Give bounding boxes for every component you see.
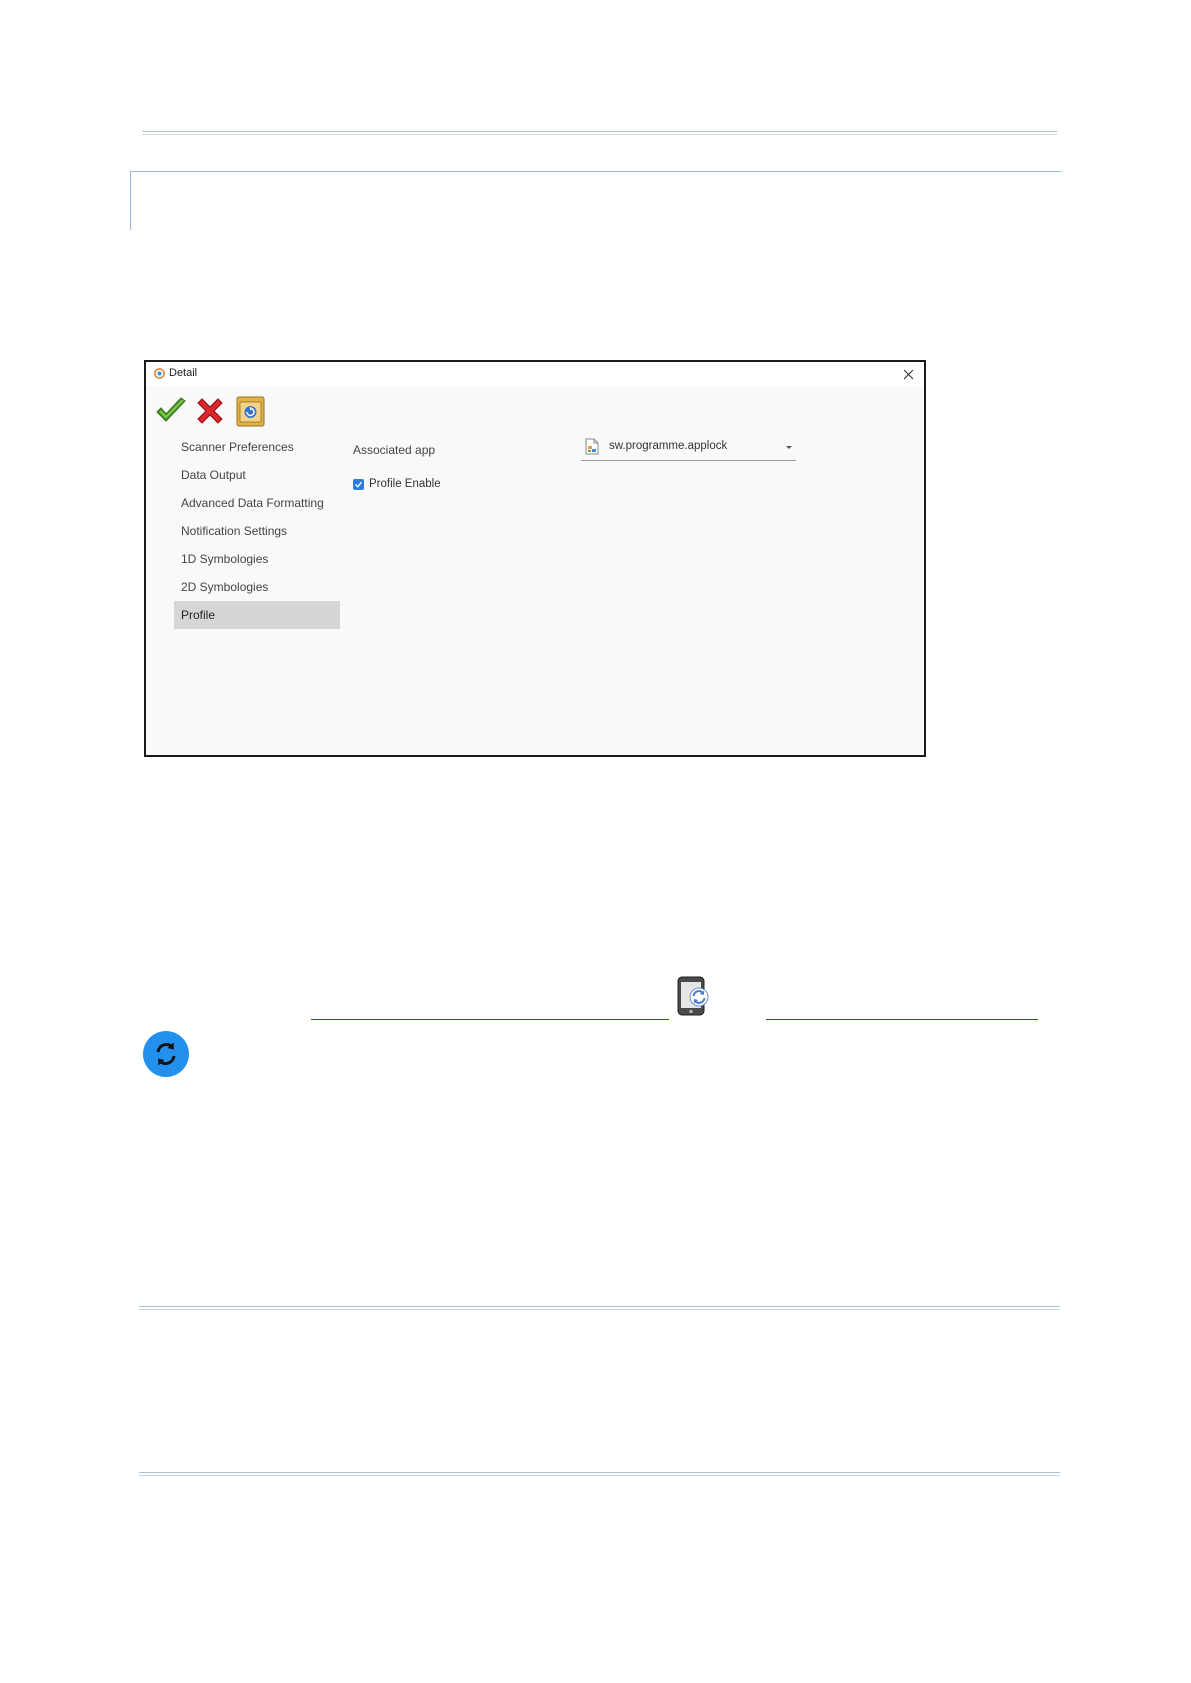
section-heading-frame bbox=[130, 171, 1061, 230]
detail-dialog: Detail Scanner Preferences Data Output A… bbox=[144, 360, 926, 757]
confirm-button[interactable] bbox=[154, 394, 188, 428]
chevron-down-icon bbox=[786, 446, 792, 449]
nav-item-notification-settings[interactable]: Notification Settings bbox=[174, 517, 340, 545]
device-sync-icon bbox=[677, 976, 709, 1016]
app-logo-icon bbox=[154, 368, 165, 379]
dialog-titlebar: Detail bbox=[146, 362, 924, 386]
associated-app-value: sw.programme.applock bbox=[609, 440, 728, 452]
link-underline-right[interactable] bbox=[766, 1019, 1038, 1020]
cross-icon bbox=[197, 398, 223, 424]
nav-item-advanced-data-formatting[interactable]: Advanced Data Formatting bbox=[174, 489, 340, 517]
section-rule bbox=[139, 1306, 1060, 1310]
nav-item-scanner-preferences[interactable]: Scanner Preferences bbox=[174, 433, 340, 461]
profile-enable-row[interactable]: Profile Enable bbox=[353, 476, 441, 492]
nav-item-2d-symbologies[interactable]: 2D Symbologies bbox=[174, 573, 340, 601]
check-icon bbox=[156, 397, 186, 422]
checkmark-icon bbox=[355, 481, 363, 488]
app-file-icon bbox=[585, 438, 599, 455]
restore-icon bbox=[236, 396, 265, 427]
header-rule bbox=[142, 131, 1057, 135]
associated-app-label: Associated app bbox=[353, 443, 436, 457]
associated-app-select[interactable]: sw.programme.applock bbox=[581, 434, 796, 461]
link-underline-left[interactable] bbox=[311, 1019, 669, 1020]
profile-enable-checkbox[interactable] bbox=[353, 478, 364, 490]
footer-rule bbox=[139, 1472, 1060, 1476]
sync-button-icon bbox=[143, 1031, 189, 1077]
nav-item-1d-symbologies[interactable]: 1D Symbologies bbox=[174, 545, 340, 573]
restore-button[interactable] bbox=[233, 394, 267, 428]
nav-item-profile[interactable]: Profile bbox=[174, 601, 340, 629]
dialog-title: Detail bbox=[169, 367, 198, 379]
profile-enable-label: Profile Enable bbox=[369, 478, 441, 490]
dialog-close-button[interactable] bbox=[898, 364, 918, 384]
nav-item-data-output[interactable]: Data Output bbox=[174, 461, 340, 489]
cancel-button[interactable] bbox=[193, 394, 227, 428]
close-icon bbox=[903, 369, 913, 379]
